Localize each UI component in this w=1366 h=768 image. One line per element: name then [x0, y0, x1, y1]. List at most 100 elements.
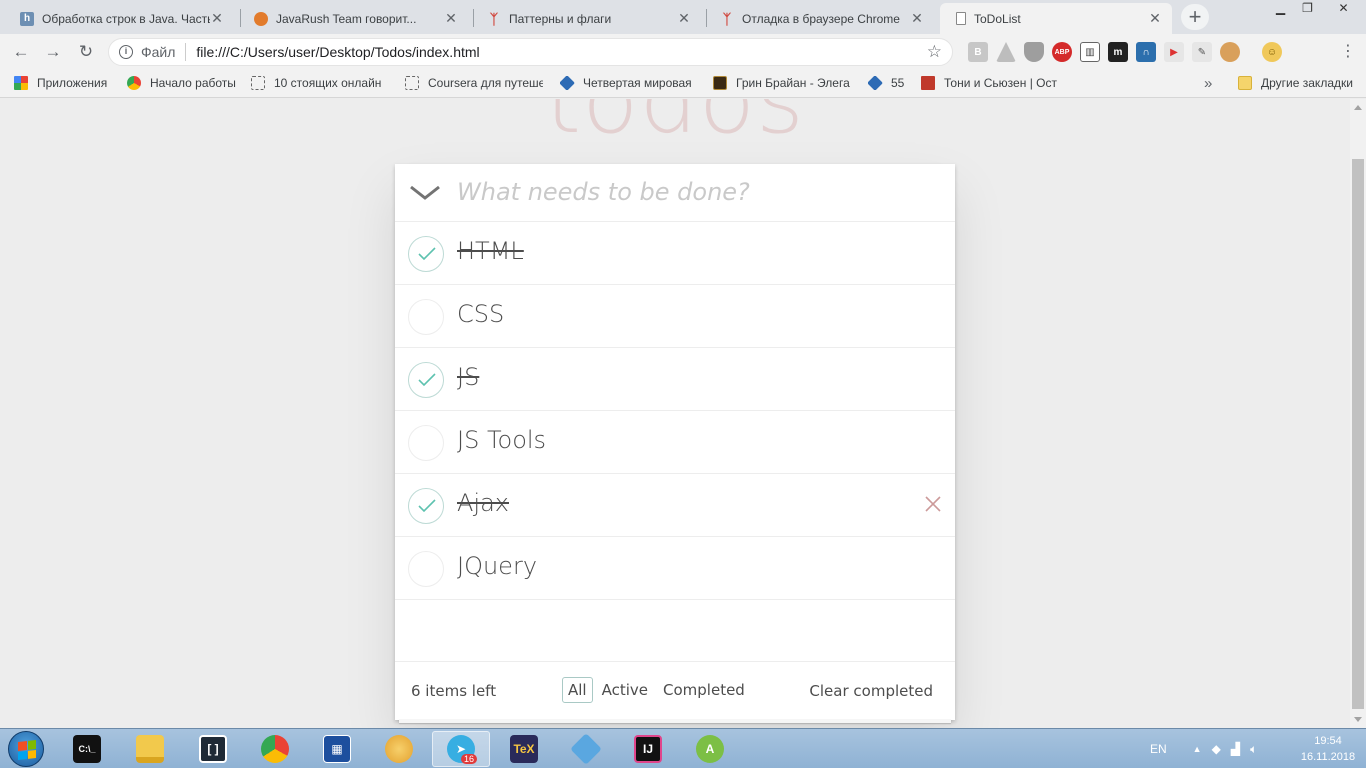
android-studio-icon: A	[696, 735, 724, 763]
close-window-icon[interactable]: ✕	[1321, 0, 1366, 18]
javarush-favicon-icon	[254, 11, 268, 26]
todo-item: JS Tools	[395, 411, 955, 474]
forward-icon[interactable]: →	[41, 40, 65, 64]
bookmark-10-online[interactable]: 10 стоящих онлайн	[251, 76, 391, 90]
language-indicator[interactable]: EN	[1150, 742, 1167, 756]
clock[interactable]: 19:54 16.11.2018	[1296, 733, 1360, 765]
volume-icon[interactable]: 🔈︎	[1250, 742, 1257, 757]
minimize-icon[interactable]: ▁	[1267, 0, 1294, 18]
new-todo-input[interactable]: What needs to be done?	[457, 178, 750, 206]
restore-icon[interactable]: ❐	[1294, 0, 1321, 18]
todo-label[interactable]: JQuery	[457, 552, 537, 580]
tab-javarush[interactable]: JavaRush Team говорит... ✕	[238, 3, 468, 34]
close-tab-icon[interactable]: ✕	[1148, 10, 1162, 27]
bookmark-55[interactable]: 55	[868, 76, 904, 90]
network-signal-icon[interactable]: ▟	[1231, 742, 1240, 756]
clear-completed-button[interactable]: Clear completed	[809, 682, 933, 700]
info-icon[interactable]: i	[119, 45, 133, 59]
bookmark-getting-started[interactable]: Начало работы	[127, 76, 236, 90]
taskbar-cmd[interactable]: C:\_	[58, 731, 116, 767]
m-extension-icon[interactable]: m	[1108, 42, 1128, 62]
scroll-up-arrow-icon[interactable]	[1354, 105, 1362, 110]
eyedropper-extension-icon[interactable]: ✎	[1192, 42, 1212, 62]
stats-extension-icon[interactable]: ▥	[1080, 42, 1100, 62]
todo-label[interactable]: CSS	[457, 300, 504, 328]
todo-toggle-checkbox[interactable]	[408, 488, 444, 524]
taskbar-explorer[interactable]	[121, 731, 179, 767]
bookmark-apps[interactable]: Приложения	[14, 76, 107, 90]
filter-completed[interactable]: Completed	[657, 677, 751, 703]
taskbar-calculator[interactable]: ▦	[308, 731, 366, 767]
filter-all[interactable]: All	[562, 677, 593, 703]
scroll-thumb[interactable]	[1352, 159, 1364, 709]
show-hidden-icons-icon[interactable]: ▲	[1193, 744, 1202, 754]
todo-label[interactable]: JS Tools	[457, 426, 546, 454]
cmd-icon: C:\_	[73, 735, 101, 763]
chrome-menu-icon[interactable]: ⋮	[1340, 42, 1356, 62]
book-cover-icon	[713, 76, 727, 90]
adblock-extension-icon[interactable]: ABP	[1052, 42, 1072, 62]
todo-label[interactable]: JS	[457, 363, 479, 391]
close-tab-icon[interactable]: ✕	[677, 10, 691, 27]
filters: All Active Completed	[562, 677, 751, 703]
todo-toggle-checkbox[interactable]	[408, 551, 444, 587]
page-scrollbar[interactable]	[1350, 99, 1366, 728]
close-tab-icon[interactable]: ✕	[910, 10, 924, 27]
start-button[interactable]	[8, 731, 44, 767]
bookmark-green-brian[interactable]: Грин Брайан - Элега	[713, 76, 851, 90]
vk-extension-icon[interactable]: B	[968, 42, 988, 62]
tab-title: Паттерны и флаги	[509, 11, 612, 26]
folder-icon	[1238, 76, 1252, 90]
close-tab-icon[interactable]: ✕	[444, 10, 458, 27]
emoji-extension-icon[interactable]: ☺	[1262, 42, 1282, 62]
cookie-extension-icon[interactable]	[1220, 42, 1240, 62]
tab-title: Обработка строк в Java. Часть	[42, 11, 210, 26]
dropbox-icon[interactable]: ◆	[1212, 742, 1221, 756]
taskbar-intellij[interactable]: IJ	[619, 731, 677, 767]
drive-extension-icon[interactable]	[996, 42, 1016, 62]
bookmark-tony-susan[interactable]: Тони и Сьюзен | Ост	[921, 76, 1057, 90]
back-icon[interactable]: ←	[9, 40, 33, 64]
taskbar-sourcetree[interactable]	[557, 731, 615, 767]
url-text[interactable]: file:///C:/Users/user/Desktop/Todos/inde…	[196, 44, 926, 60]
n-extension-icon[interactable]: ∩	[1136, 42, 1156, 62]
new-todo-row: What needs to be done?	[395, 164, 955, 222]
todo-list: HTML CSS JS JS Tools Ajax JQuery	[395, 222, 955, 600]
todo-label[interactable]: Ajax	[457, 489, 509, 517]
bookmark-coursera[interactable]: Coursera для путеше	[405, 76, 543, 90]
tab-java-strings[interactable]: h Обработка строк в Java. Часть ✕	[4, 3, 234, 34]
reload-icon[interactable]: ↻	[74, 40, 98, 64]
taskbar-paint[interactable]	[370, 731, 428, 767]
bookmark-star-icon[interactable]: ☆	[927, 42, 942, 62]
bookmarks-bar: Приложения Начало работы 10 стоящих онла…	[0, 70, 1366, 98]
media-extension-icon[interactable]: ▶	[1164, 42, 1184, 62]
taskbar-texstudio[interactable]: TeX	[495, 731, 553, 767]
toggle-all-chevron-icon[interactable]	[409, 184, 441, 202]
tab-patterns-flags[interactable]: ᛉ Паттерны и флаги ✕	[471, 3, 701, 34]
close-tab-icon[interactable]: ✕	[210, 10, 224, 27]
delete-todo-icon[interactable]	[923, 494, 943, 514]
new-tab-button[interactable]: +	[1181, 4, 1209, 30]
shield-extension-icon[interactable]	[1024, 42, 1044, 62]
todo-toggle-checkbox[interactable]	[408, 362, 444, 398]
tab-todolist[interactable]: ToDoList ✕	[940, 3, 1172, 34]
todo-toggle-checkbox[interactable]	[408, 236, 444, 272]
taskbar-chrome[interactable]	[246, 731, 304, 767]
scroll-down-arrow-icon[interactable]	[1354, 717, 1362, 722]
windows-taskbar: C:\_ [ ] ▦ ➤ 16 TeX IJ A EN ▲ ◆ ▟ 🔈︎ 19:…	[0, 728, 1366, 768]
taskbar-telegram[interactable]: ➤ 16	[432, 731, 490, 767]
other-bookmarks[interactable]: Другие закладки	[1238, 76, 1353, 90]
more-bookmarks-icon[interactable]: »	[1204, 75, 1212, 92]
address-bar[interactable]: i Файл file:///C:/Users/user/Desktop/Tod…	[108, 38, 953, 66]
todo-toggle-checkbox[interactable]	[408, 299, 444, 335]
filter-active[interactable]: Active	[596, 677, 654, 703]
apps-grid-icon	[14, 76, 28, 90]
todo-label[interactable]: HTML	[457, 237, 524, 265]
bookmark-fourth-world[interactable]: Четвертая мировая	[560, 76, 700, 90]
taskbar-brackets[interactable]: [ ]	[184, 731, 242, 767]
tab-strip: h Обработка строк в Java. Часть ✕ JavaRu…	[0, 0, 1366, 34]
todo-toggle-checkbox[interactable]	[408, 425, 444, 461]
taskbar-android-studio[interactable]: A	[681, 731, 739, 767]
telegram-unread-badge: 16	[460, 754, 477, 764]
tab-chrome-debugging[interactable]: ᛉ Отладка в браузере Chrome ✕	[704, 3, 934, 34]
